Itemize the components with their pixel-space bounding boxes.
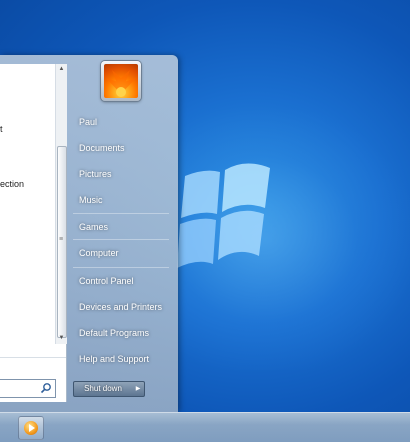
search-icon[interactable] <box>40 382 52 394</box>
program-item[interactable]: t <box>0 124 3 134</box>
menu-item-computer[interactable]: Computer <box>71 242 171 264</box>
menu-item-documents[interactable]: Documents <box>71 137 171 159</box>
menu-item-devices-and-printers[interactable]: Devices and Printers <box>71 296 171 318</box>
programs-pane: t ection ▲ ≡ ▼ <box>0 64 67 402</box>
search-input[interactable] <box>0 379 56 398</box>
taskbar <box>0 412 410 442</box>
program-item[interactable]: ection <box>0 179 24 189</box>
windows-logo-icon <box>177 163 270 268</box>
shortcuts-pane: Paul Documents Pictures Music Games Comp… <box>67 55 178 412</box>
scroll-up-icon[interactable]: ▲ <box>56 64 67 75</box>
taskbar-media-player-button[interactable] <box>18 416 44 440</box>
separator <box>73 239 169 240</box>
shutdown-button[interactable]: Shut down <box>73 381 133 397</box>
user-picture <box>104 64 138 98</box>
grip-icon: ≡ <box>59 236 64 243</box>
separator <box>73 213 169 214</box>
start-menu: t ection ▲ ≡ ▼ Paul Documents Pictures M… <box>0 55 178 412</box>
menu-item-default-programs[interactable]: Default Programs <box>71 322 171 344</box>
menu-item-music[interactable]: Music <box>71 189 171 211</box>
menu-item-pictures[interactable]: Pictures <box>71 163 171 185</box>
chevron-right-icon: ▶ <box>135 386 141 392</box>
shutdown-options-button[interactable]: ▶ <box>132 381 145 397</box>
menu-item-control-panel[interactable]: Control Panel <box>71 270 171 292</box>
media-player-icon <box>24 421 38 435</box>
scroll-thumb[interactable]: ≡ <box>57 146 67 338</box>
menu-item-user[interactable]: Paul <box>71 111 171 133</box>
programs-scrollbar[interactable]: ▲ ≡ ▼ <box>55 64 67 344</box>
menu-item-help-and-support[interactable]: Help and Support <box>71 348 171 370</box>
scroll-down-icon[interactable]: ▼ <box>56 333 67 344</box>
divider <box>0 357 66 358</box>
separator <box>73 267 169 268</box>
avatar[interactable] <box>101 61 141 101</box>
menu-item-games[interactable]: Games <box>71 216 171 238</box>
